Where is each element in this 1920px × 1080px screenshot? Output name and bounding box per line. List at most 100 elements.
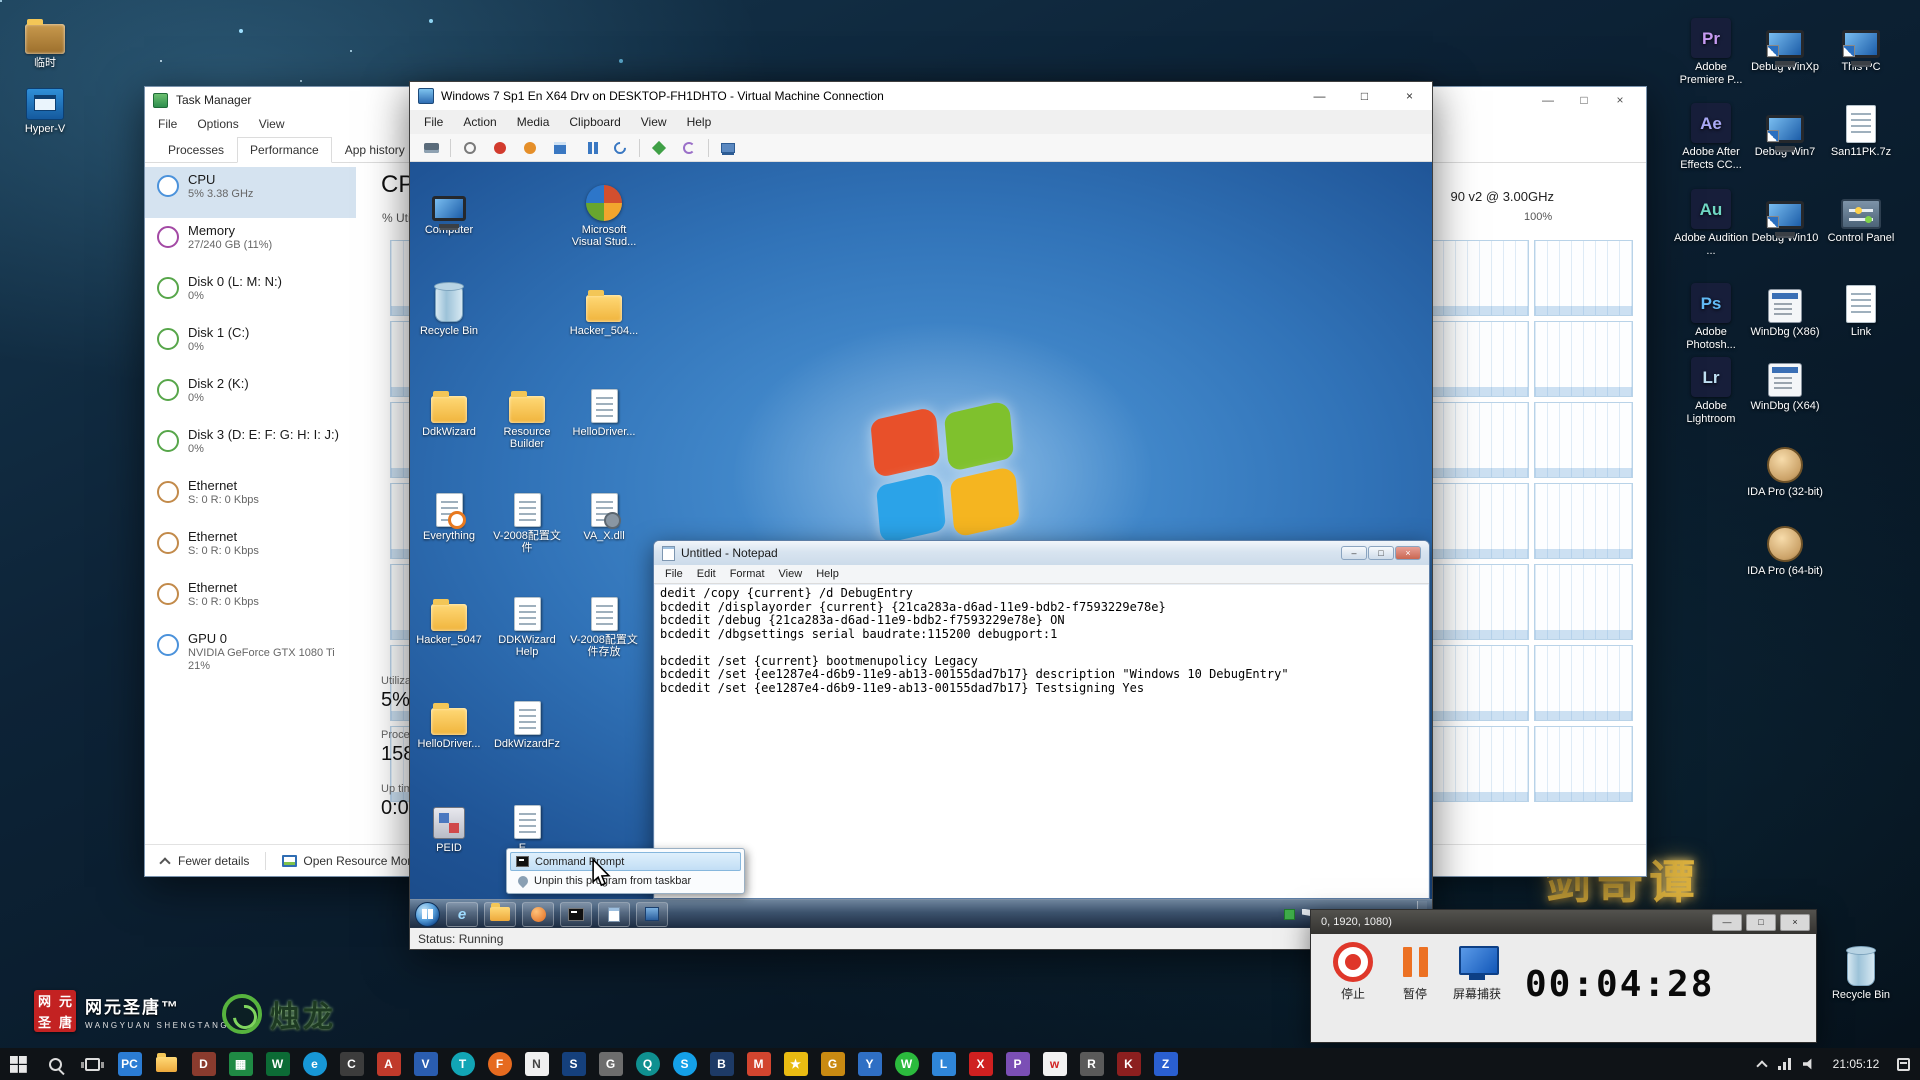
recorder-titlebar[interactable]: 0, 1920, 1080) — □ × [1311, 910, 1816, 934]
shut-down-button[interactable] [519, 137, 541, 159]
stop-recording-button[interactable]: 停止 [1325, 942, 1381, 1002]
taskbar-app-22[interactable]: W [888, 1048, 925, 1080]
win7-icon-ddkwizard[interactable]: DdkWizard [412, 381, 486, 438]
minimize-button[interactable]: – [1341, 546, 1367, 560]
network-icon[interactable] [1778, 1058, 1791, 1070]
close-button[interactable]: × [1780, 913, 1810, 931]
win7-taskbar-folder-button[interactable] [484, 901, 516, 927]
taskbar-app-6[interactable]: e [296, 1048, 333, 1080]
win7-icon-recycle-bin[interactable]: Recycle Bin [412, 280, 486, 337]
tm-perf-item-ethernet[interactable]: Ethernet S: 0 R: 0 Kbps [145, 473, 356, 524]
taskbar-app-10[interactable]: T [444, 1048, 481, 1080]
tm-menu-file[interactable]: File [149, 115, 186, 133]
taskbar-app-17[interactable]: B [703, 1048, 740, 1080]
desktop-icon-debug-win10[interactable]: Debug Win10 [1746, 183, 1824, 245]
vm-menu-file[interactable]: File [414, 112, 453, 132]
win7-icon-ddkwizardfz[interactable]: DdkWizardFz [490, 693, 564, 750]
taskbar-app-12[interactable]: N [518, 1048, 555, 1080]
vm-menu-view[interactable]: View [631, 112, 677, 132]
win7-icon-microsoft-visual-stud[interactable]: Microsoft Visual Stud... [567, 179, 641, 248]
desktop-icon-link[interactable]: Link [1822, 277, 1900, 339]
tm-perf-item-ethernet[interactable]: Ethernet S: 0 R: 0 Kbps [145, 575, 356, 626]
taskbar-app-23[interactable]: L [925, 1048, 962, 1080]
save-button[interactable] [549, 137, 571, 159]
desktop-icon-ida-pro-64-bit[interactable]: IDA Pro (64-bit) [1746, 516, 1824, 578]
win7-icon-peid[interactable]: PEID [412, 797, 486, 854]
minimize-button[interactable]: — [1530, 88, 1566, 112]
taskbar-app-3[interactable]: D [185, 1048, 222, 1080]
desktop-icon-san11pk-7z[interactable]: San11PK.7z [1822, 97, 1900, 159]
reset-button[interactable] [609, 137, 631, 159]
taskbar-app-14[interactable]: G [592, 1048, 629, 1080]
taskbar-app-20[interactable]: G [814, 1048, 851, 1080]
pause-button[interactable] [579, 137, 601, 159]
win7-icon-hellodriver[interactable]: HelloDriver... [567, 381, 641, 438]
desktop-icon-debug-win7[interactable]: Debug Win7 [1746, 97, 1824, 159]
tm-menu-view[interactable]: View [250, 115, 294, 133]
taskbar-app-8[interactable]: A [370, 1048, 407, 1080]
taskbar-app-25[interactable]: P [999, 1048, 1036, 1080]
tm-perf-item-gpu-0[interactable]: GPU 0 NVIDIA GeForce GTX 1080 Ti 21% [145, 626, 356, 678]
desktop-icon-item[interactable]: 临时 [6, 8, 84, 70]
volume-icon[interactable] [1803, 1058, 1812, 1070]
win7-taskbar-app-button[interactable] [636, 901, 668, 927]
tm-perf-item-ethernet[interactable]: Ethernet S: 0 R: 0 Kbps [145, 524, 356, 575]
win7-icon-e[interactable]: E... [490, 797, 564, 854]
desktop-icon-this-pc[interactable]: This PC [1822, 12, 1900, 74]
vm-menu-media[interactable]: Media [507, 112, 560, 132]
fewer-details-button[interactable]: Fewer details [178, 854, 249, 868]
vm-guest-screen[interactable]: Computer Microsoft Visual Stud... Recycle … [410, 162, 1432, 928]
notepad-menu-help[interactable]: Help [809, 566, 846, 582]
win7-taskbar-media-button[interactable] [522, 901, 554, 927]
tm-perf-item-disk-0-l-m-n[interactable]: Disk 0 (L: M: N:) 0% [145, 269, 356, 320]
tm-perf-item-cpu[interactable]: CPU 5% 3.38 GHz [145, 167, 356, 218]
taskbar-app-13[interactable]: S [555, 1048, 592, 1080]
task-view-button[interactable] [74, 1048, 111, 1080]
minimize-button[interactable]: — [1297, 83, 1342, 110]
taskbar-app-5[interactable]: W [259, 1048, 296, 1080]
taskbar-app-24[interactable]: X [962, 1048, 999, 1080]
tm-tab-processes[interactable]: Processes [155, 137, 237, 163]
maximize-button[interactable]: □ [1746, 913, 1776, 931]
taskbar-app-7[interactable]: C [333, 1048, 370, 1080]
tm-menu-options[interactable]: Options [188, 115, 247, 133]
maximize-button[interactable]: □ [1566, 88, 1602, 112]
win7-icon-v-2008[interactable]: V-2008配置文件 [490, 485, 564, 554]
notepad-menu-view[interactable]: View [772, 566, 810, 582]
vm-menu-action[interactable]: Action [453, 112, 506, 132]
taskbar-app-21[interactable]: Y [851, 1048, 888, 1080]
taskbar-clock[interactable]: 21:05:12 [1827, 1057, 1885, 1071]
taskbar-app-18[interactable]: M [740, 1048, 777, 1080]
vm-menu-help[interactable]: Help [677, 112, 722, 132]
enhanced-session-button[interactable] [717, 137, 739, 159]
desktop-icon-windbg-x86[interactable]: WinDbg (X86) [1746, 277, 1824, 339]
win7-icon-ddkwizard-help[interactable]: DDKWizard Help [490, 589, 564, 658]
desktop-icon-adobe-lightroom[interactable]: Lr Adobe Lightroom [1672, 351, 1750, 426]
desktop-icon-windbg-x64[interactable]: WinDbg (X64) [1746, 351, 1824, 413]
pause-recording-button[interactable]: 暂停 [1387, 942, 1443, 1002]
win7-icon-hacker-5047[interactable]: Hacker_5047 [412, 589, 486, 646]
taskbar-app-19[interactable]: ★ [777, 1048, 814, 1080]
win7-icon-computer[interactable]: Computer [412, 179, 486, 236]
tm-perf-item-memory[interactable]: Memory 27/240 GB (11%) [145, 218, 356, 269]
close-button[interactable]: × [1387, 83, 1432, 110]
taskbar-app-2[interactable] [148, 1048, 185, 1080]
win7-icon-everything[interactable]: Everything [412, 485, 486, 542]
taskbar-app-26[interactable]: w [1036, 1048, 1073, 1080]
taskbar-app-16[interactable]: S [666, 1048, 703, 1080]
close-button[interactable]: × [1395, 546, 1421, 560]
tm-tab-app-history[interactable]: App history [332, 137, 418, 163]
win7-icon-va-x-dll[interactable]: VA_X.dll [567, 485, 641, 542]
taskbar-app-29[interactable]: Z [1147, 1048, 1184, 1080]
search-button[interactable] [37, 1048, 74, 1080]
taskbar-app-4[interactable]: ▦ [222, 1048, 259, 1080]
jumplist-item-command-prompt[interactable]: Command Prompt [510, 852, 741, 871]
notepad-menu-edit[interactable]: Edit [690, 566, 723, 582]
desktop-icon-adobe-premiere-p[interactable]: Pr Adobe Premiere P... [1672, 12, 1750, 87]
win7-icon-v-2008[interactable]: V-2008配置文件存放 [567, 589, 641, 658]
taskbar-app-27[interactable]: R [1073, 1048, 1110, 1080]
maximize-button[interactable]: □ [1368, 546, 1394, 560]
desktop-icon-ida-pro-32-bit[interactable]: IDA Pro (32-bit) [1746, 437, 1824, 499]
maximize-button[interactable]: □ [1342, 83, 1387, 110]
start-button[interactable] [459, 137, 481, 159]
